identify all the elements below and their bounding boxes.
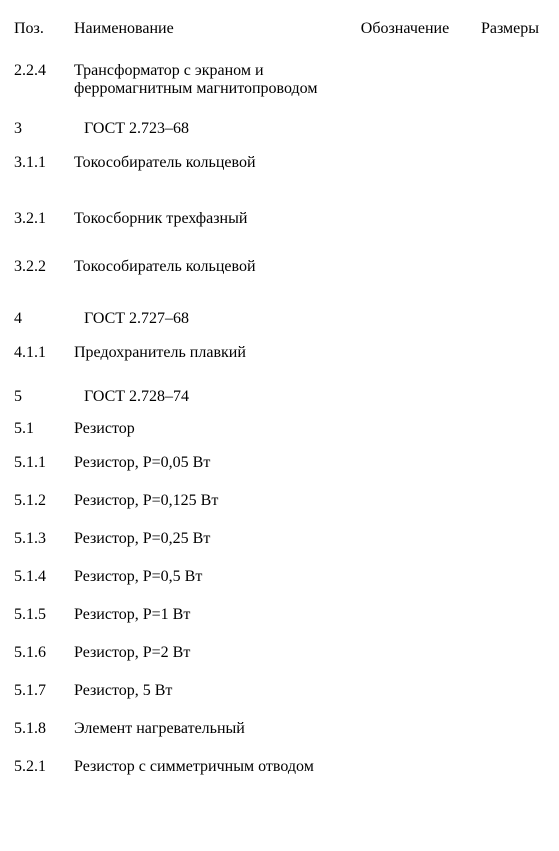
cell-pos: 5	[10, 388, 74, 406]
spacer	[10, 710, 549, 720]
table-row: 5.1.7Резистор, 5 Вт	[10, 682, 549, 706]
cell-pos: 5.1.1	[10, 454, 74, 472]
cell-pos: 5.1.5	[10, 606, 74, 624]
table-row: 5.1.1Резистор, P=0,05 Вт	[10, 454, 549, 478]
cell-name: Резистор, 5 Вт	[74, 682, 345, 700]
cell-name: Резистор с симметричным отводом	[74, 758, 345, 776]
cell-name: Резистор, P=0,25 Вт	[74, 530, 345, 548]
cell-name: Токосборник трехфазный	[74, 210, 345, 228]
cell-name: ГОСТ 2.727–68	[74, 310, 355, 328]
table-row: 5.1.3Резистор, P=0,25 Вт	[10, 530, 549, 554]
cell-pos: 5.1.7	[10, 682, 74, 700]
table-row: 5.1.8Элемент нагревательный	[10, 720, 549, 744]
cell-name: ГОСТ 2.728–74	[74, 388, 355, 406]
table-row: 5.1.2Резистор, P=0,125 Вт	[10, 492, 549, 516]
table-row: 4.1.1Предохранитель плавкий	[10, 344, 549, 368]
cell-pos: 2.2.4	[10, 62, 74, 80]
cell-pos: 5.1.3	[10, 530, 74, 548]
cell-pos: 4	[10, 310, 74, 328]
cell-pos: 3.2.2	[10, 258, 74, 276]
spacer	[10, 238, 549, 258]
table-row: 3.2.2Токособиратель кольцевой	[10, 258, 549, 282]
cell-name: Резистор, P=0,05 Вт	[74, 454, 345, 472]
table-row: 5.1.6Резистор, P=2 Вт	[10, 644, 549, 668]
header-desig: Обозначение	[345, 20, 465, 38]
cell-pos: 5.1.6	[10, 644, 74, 662]
header-size: Размеры	[465, 20, 555, 38]
table-header: Поз. Наименование Обозначение Размеры	[10, 20, 549, 44]
table-row: 3ГОСТ 2.723–68	[10, 120, 549, 144]
cell-pos: 3.1.1	[10, 154, 74, 172]
table-row: 3.2.1Токосборник трехфазный	[10, 210, 549, 234]
spacer	[10, 558, 549, 568]
cell-name: Резистор, P=2 Вт	[74, 644, 345, 662]
table-row: 4ГОСТ 2.727–68	[10, 310, 549, 334]
table-row: 5.2.1Резистор с симметричным отводом	[10, 758, 549, 782]
spacer	[10, 520, 549, 530]
spacer	[10, 102, 549, 120]
spacer	[10, 286, 549, 310]
table-row: 5.1.4Резистор, P=0,5 Вт	[10, 568, 549, 592]
cell-name: Резистор, P=1 Вт	[74, 606, 345, 624]
spacer	[10, 596, 549, 606]
cell-pos: 4.1.1	[10, 344, 74, 362]
cell-pos: 5.1	[10, 420, 74, 438]
cell-name: Резистор, P=0,5 Вт	[74, 568, 345, 586]
cell-pos: 5.1.2	[10, 492, 74, 510]
spacer	[10, 672, 549, 682]
cell-pos: 3.2.1	[10, 210, 74, 228]
table-row: 3.1.1Токособиратель кольцевой	[10, 154, 549, 178]
cell-pos: 5.1.4	[10, 568, 74, 586]
header-pos: Поз.	[10, 20, 74, 38]
header-name: Наименование	[74, 20, 345, 38]
cell-name: ГОСТ 2.723–68	[74, 120, 355, 138]
table-body: 2.2.4Трансформатор с экраном и ферромагн…	[10, 62, 549, 782]
cell-name: Резистор	[74, 420, 345, 438]
cell-name: Трансформатор с экраном и ферромагнитным…	[74, 62, 345, 98]
cell-name: Резистор, P=0,125 Вт	[74, 492, 345, 510]
cell-name: Токособиратель кольцевой	[74, 258, 345, 276]
spacer	[10, 182, 549, 210]
cell-name: Элемент нагревательный	[74, 720, 345, 738]
table-row: 5.1.5Резистор, P=1 Вт	[10, 606, 549, 630]
cell-pos: 5.1.8	[10, 720, 74, 738]
spacer	[10, 634, 549, 644]
cell-pos: 5.2.1	[10, 758, 74, 776]
table-row: 5ГОСТ 2.728–74	[10, 388, 549, 412]
table-row: 2.2.4Трансформатор с экраном и ферромагн…	[10, 62, 549, 98]
cell-name: Предохранитель плавкий	[74, 344, 345, 362]
spacer	[10, 748, 549, 758]
spacer	[10, 482, 549, 492]
table-row: 5.1Резистор	[10, 420, 549, 444]
spacer	[10, 372, 549, 388]
cell-name: Токособиратель кольцевой	[74, 154, 345, 172]
cell-pos: 3	[10, 120, 74, 138]
